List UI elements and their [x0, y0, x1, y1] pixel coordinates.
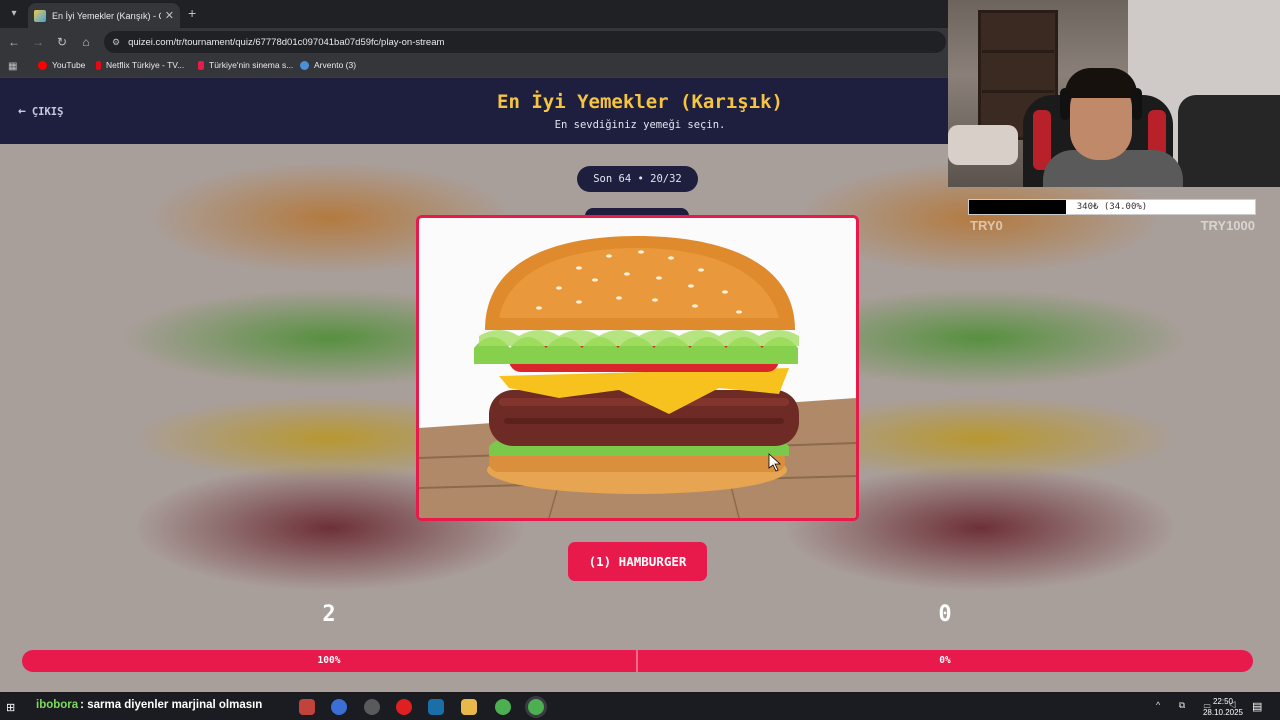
bookmark-label: YouTube: [52, 60, 86, 70]
round-badge: Son 64 • 20/32: [577, 166, 698, 192]
netflix-icon: [96, 60, 101, 70]
vote-percent-left: 100%: [317, 655, 341, 666]
site-info-icon[interactable]: ⚙: [112, 37, 120, 48]
score-left: 2: [322, 602, 336, 627]
opera-icon[interactable]: [396, 699, 412, 715]
back-icon[interactable]: ←: [6, 34, 22, 50]
choose-hamburger-button[interactable]: (1) HAMBURGER: [568, 542, 707, 581]
url-text: quizei.com/tr/tournament/quiz/67778d01c0…: [128, 36, 445, 48]
address-bar[interactable]: ⚙ quizei.com/tr/tournament/quiz/67778d01…: [104, 31, 946, 53]
new-tab-icon[interactable]: +: [188, 5, 196, 21]
chat-username: ibobora: [36, 699, 79, 711]
arvento-icon: [300, 60, 309, 70]
home-icon[interactable]: ⌂: [78, 34, 94, 50]
donation-goal-max: TRY1000: [1200, 218, 1255, 233]
bookmark-label: Netflix Türkiye - TV...: [106, 60, 185, 70]
clock-date: 28.10.2025: [1202, 708, 1244, 717]
bookmark-label: Türkiye'nin sinema s...: [209, 60, 294, 70]
hamburger-photo: [419, 218, 856, 518]
chat-overlay: ibobora : sarma diyenler marjinal olması…: [36, 699, 262, 711]
reload-icon[interactable]: ↻: [54, 34, 70, 50]
score-right: 0: [938, 602, 952, 627]
bookmark-arvento[interactable]: Arvento (3): [300, 60, 356, 70]
vote-progress-bar: 100% 0%: [22, 650, 1253, 672]
bookmark-sinema[interactable]: Türkiye'nin sinema s...: [198, 60, 293, 70]
clock[interactable]: 22:50 28.10.2025: [1200, 696, 1246, 718]
webcam-overlay: [948, 0, 1280, 187]
donation-goal-min: TRY0: [970, 218, 1003, 233]
clock-time: 22:50: [1212, 697, 1234, 706]
tab-search-icon[interactable]: ▾: [6, 6, 22, 22]
steam-icon[interactable]: [428, 699, 444, 715]
donation-goal-bar: 340₺ (34.00%): [968, 199, 1256, 215]
headphones-icon: [1060, 88, 1070, 120]
bookmark-youtube[interactable]: YouTube: [38, 60, 85, 70]
chat-message: : sarma diyenler marjinal olmasın: [80, 699, 263, 711]
chrome-active-icon[interactable]: [528, 699, 544, 715]
bookmark-netflix[interactable]: Netflix Türkiye - TV...: [96, 60, 184, 70]
windows-start-icon[interactable]: ⊞: [6, 701, 15, 714]
chrome-icon[interactable]: [495, 699, 511, 715]
vote-percent-right: 0%: [939, 655, 951, 666]
tab-title: En İyi Yemekler (Karışık) - Quizei: [52, 10, 161, 21]
taskbar-app-icon[interactable]: [364, 699, 380, 715]
choice-card[interactable]: [416, 215, 859, 521]
favicon-icon: [34, 9, 46, 22]
bookmark-label: Arvento (3): [314, 60, 357, 70]
youtube-icon: [38, 60, 47, 70]
taskbar-app-icon[interactable]: [331, 699, 347, 715]
sinema-icon: [198, 60, 204, 70]
browser-tab-active[interactable]: En İyi Yemekler (Karışık) - Quizei ✕: [28, 3, 180, 28]
close-icon[interactable]: ✕: [165, 9, 174, 22]
screen: ▾ En İyi Yemekler (Karışık) - Quizei ✕ +…: [0, 0, 1280, 720]
taskbar-app-icon[interactable]: [299, 699, 315, 715]
notification-icon[interactable]: ▤: [1252, 700, 1262, 713]
windows-taskbar: ⊞ ibobora : sarma diyenler marjinal olma…: [0, 694, 1280, 720]
forward-icon[interactable]: →: [30, 34, 46, 50]
folder-icon[interactable]: [461, 699, 477, 715]
apps-grid-icon[interactable]: ▦: [8, 61, 17, 72]
donation-goal-text: 340₺ (34.00%): [1076, 202, 1148, 212]
